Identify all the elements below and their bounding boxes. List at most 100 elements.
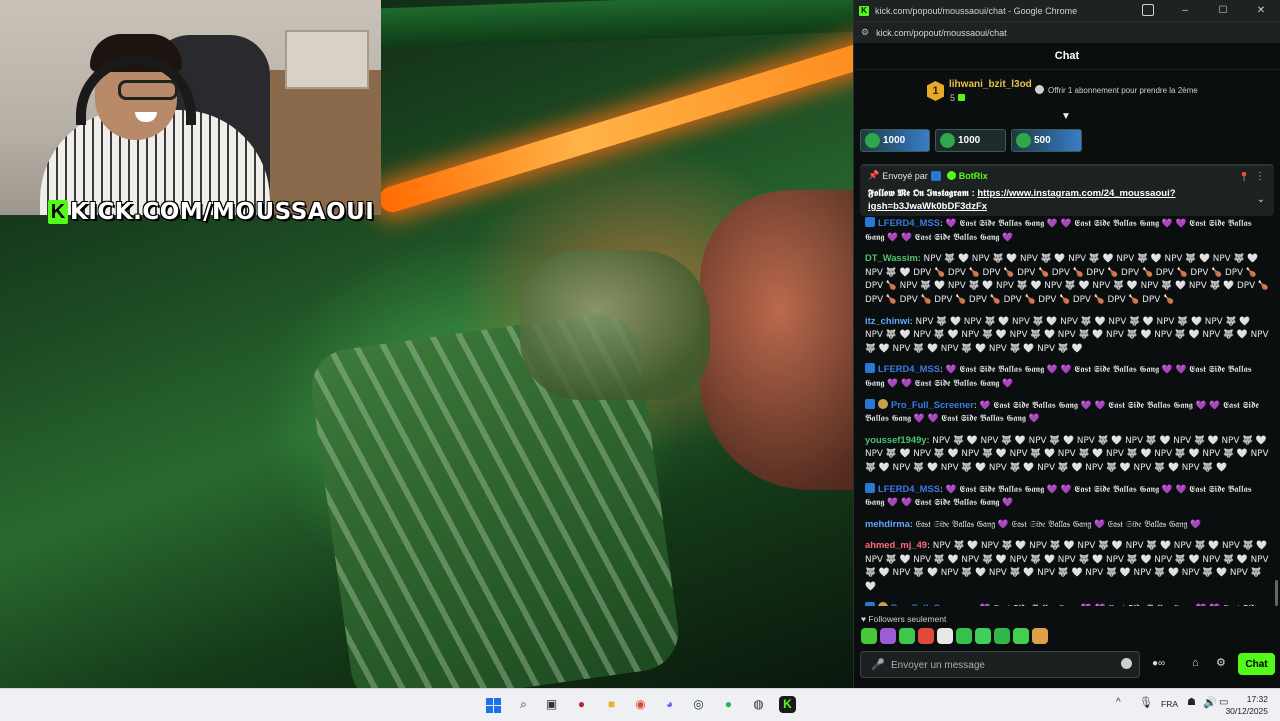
emote-icon[interactable]	[1032, 628, 1048, 644]
clock-time[interactable]: 17:32	[1247, 694, 1268, 704]
minimize-button[interactable]: –	[1166, 0, 1204, 21]
maximize-button[interactable]: ☐	[1204, 0, 1242, 21]
steam-icon[interactable]: ◎	[690, 696, 707, 713]
clock-date[interactable]: 30/12/2025	[1225, 706, 1268, 716]
chat-message: ahmed_mj_49: NPV 🐺 🤍 NPV 🐺 🤍 NPV 🐺 🤍 NPV…	[865, 538, 1269, 594]
gear-icon[interactable]: ⚙	[1216, 656, 1226, 669]
chat-message: Pro_Full_Screener: 💜 𝕰𝖆𝖘𝖙 𝕾𝖎𝖉𝖊 𝕭𝖆𝖑𝖑𝖆𝖘 𝕲𝖆…	[865, 601, 1269, 606]
kick-pill[interactable]: 1000	[860, 129, 930, 152]
emote-icon[interactable]	[937, 628, 953, 644]
keyboard-language[interactable]: FRA	[1161, 699, 1178, 709]
start-tile	[486, 705, 493, 713]
url-text[interactable]: kick.com/popout/moussaoui/chat	[876, 28, 1007, 38]
start-tile	[494, 697, 501, 705]
sub-count-value: 5	[950, 93, 956, 103]
window-titlebar[interactable]: K kick.com/popout/moussaoui/chat - Googl…	[854, 0, 1280, 21]
gift-sub-icon	[1035, 85, 1044, 94]
chat-username[interactable]: Pro_Full_Screener	[891, 602, 974, 606]
chat-username[interactable]: LFERD4_MSS	[878, 217, 940, 228]
chat-messages[interactable]: LFERD4_MSS: 💜 𝕰𝖆𝖘𝖙 𝕾𝖎𝖉𝖊 𝕭𝖆𝖑𝖑𝖆𝖘 𝕲𝖆𝖓𝖌 💜 💜 …	[865, 216, 1269, 606]
video-performer-face	[700, 190, 853, 490]
extensions-icon[interactable]	[1142, 4, 1154, 16]
chat-username[interactable]: youssef1949y	[865, 434, 927, 445]
chat-message: DT_Wassim: NPV 🐺 🤍 NPV 🐺 🤍 NPV 🐺 🤍 NPV 🐺…	[865, 251, 1269, 307]
emote-icon[interactable]	[1013, 628, 1029, 644]
volume-icon[interactable]: 🔊	[1203, 696, 1217, 709]
address-bar[interactable]: ⚙ kick.com/popout/moussaoui/chat	[854, 21, 1280, 43]
og-badge-icon	[878, 398, 888, 409]
window-controls: – ☐ ✕	[1166, 0, 1280, 21]
message-input[interactable]	[889, 654, 1123, 677]
watermark-text: KICK.COM/MOUSSAOUI	[70, 199, 375, 225]
chat-message-text: : 𝔈𝔞𝔰𝔱 𝔖𝔦𝔡𝔢 𝔅𝔞𝔩𝔩𝔞𝔰 𝔊𝔞𝔫𝔤 💜 𝔈𝔞𝔰𝔱 𝔖𝔦𝔡𝔢 𝔅𝔞𝔩𝔩…	[909, 519, 1202, 530]
emote-icon[interactable]	[880, 628, 896, 644]
kick-pill[interactable]: 500	[1011, 129, 1082, 152]
site-info-icon[interactable]: ⚙	[861, 27, 869, 38]
emote-icon[interactable]	[975, 628, 991, 644]
collapse-filter-icon[interactable]: ▼	[1061, 111, 1071, 122]
kick-pill[interactable]: 1000	[935, 129, 1006, 152]
followers-only-notice: ♥ Followers seulement	[861, 614, 947, 624]
chat-scrollbar[interactable]	[1275, 580, 1278, 606]
chrome-icon[interactable]: ◉	[632, 696, 649, 713]
obs-icon[interactable]: ◍	[750, 696, 767, 713]
chat-input-row: 🎤 ●∞ ⌂ ⚙ Chat	[860, 651, 1275, 678]
app-red-icon[interactable]: ●	[573, 696, 590, 713]
chat-message-text: : NPV 🐺 🤍 NPV 🐺 🤍 NPV 🐺 🤍 NPV 🐺 🤍 NPV 🐺 …	[865, 316, 1269, 354]
message-box[interactable]: 🎤	[860, 651, 1140, 678]
chat-username[interactable]: DT_Wassim	[865, 252, 918, 263]
send-chat-button[interactable]: Chat	[1238, 653, 1275, 675]
og-badge-icon	[878, 601, 888, 606]
emote-icon[interactable]	[994, 628, 1010, 644]
unpin-icon[interactable]: 📍	[1239, 172, 1250, 183]
chat-username[interactable]: Pro_Full_Screener	[891, 399, 974, 410]
emote-icon[interactable]	[861, 628, 877, 644]
video-performer-fist	[520, 250, 710, 400]
windows-start-icon[interactable]	[485, 696, 502, 714]
kicks-leaderboard: 1000 1000 500	[860, 129, 1082, 152]
start-tile	[486, 697, 493, 705]
verified-icon	[946, 171, 956, 180]
avatar	[1016, 133, 1031, 148]
gift-sub-link[interactable]: Offrir 1 abonnement pour prendre la 2ème	[1035, 85, 1198, 95]
sub-gifter-username[interactable]: lihwani_bzit_l3od	[949, 79, 1032, 90]
store-icon[interactable]: ⌂	[1192, 657, 1199, 669]
microphone-icon[interactable]: 🎤	[871, 658, 885, 671]
avatar	[940, 133, 955, 148]
chat-username[interactable]: LFERD4_MSS	[878, 483, 940, 494]
gift-icon	[957, 94, 965, 101]
moderator-badge-icon	[865, 482, 875, 493]
kick-amount: 1000	[883, 135, 906, 146]
kick-amount: 1000	[958, 135, 981, 146]
file-explorer-icon[interactable]: ■	[603, 696, 620, 713]
search-icon[interactable]: ⌕	[515, 696, 532, 713]
chat-username[interactable]: itz_chinwi	[865, 315, 910, 326]
pinned-bot-name[interactable]: BotRix	[959, 171, 988, 181]
microphone-icon[interactable]: 🎙	[1139, 696, 1153, 709]
close-button[interactable]: ✕	[1242, 0, 1280, 21]
task-view-icon[interactable]: ▣	[543, 696, 560, 713]
emote-icon[interactable]	[918, 628, 934, 644]
moderator-badge-icon	[865, 363, 875, 374]
network-icon[interactable]: ☗	[1187, 697, 1196, 708]
chat-message: LFERD4_MSS: 💜 𝕰𝖆𝖘𝖙 𝕾𝖎𝖉𝖊 𝕭𝖆𝖑𝖑𝖆𝖘 𝕲𝖆𝖓𝖌 💜 💜 …	[865, 362, 1269, 391]
kicks-icon[interactable]: ●∞	[1152, 658, 1165, 669]
discord-icon[interactable]: ◕	[661, 696, 678, 713]
tray-overflow-icon[interactable]: ^	[1116, 697, 1121, 708]
chat-username[interactable]: mehdirma	[865, 518, 910, 529]
chat-username[interactable]: ahmed_mj_49	[865, 539, 927, 550]
chat-message: itz_chinwi: NPV 🐺 🤍 NPV 🐺 🤍 NPV 🐺 🤍 NPV …	[865, 314, 1269, 357]
pinned-sent-by: Envoyé par	[882, 170, 928, 181]
stream-watermark: K KICK.COM/MOUSSAOUI	[48, 197, 374, 227]
chat-username[interactable]: LFERD4_MSS	[878, 363, 940, 374]
emote-icon[interactable]	[956, 628, 972, 644]
chevron-down-icon[interactable]: ⌄	[1257, 194, 1265, 205]
more-options-icon[interactable]: ⋮	[1255, 171, 1265, 182]
emoji-icon[interactable]	[1121, 658, 1132, 669]
bot-badge-icon	[930, 170, 941, 181]
emote-icon[interactable]	[899, 628, 915, 644]
chat-message: LFERD4_MSS: 💜 𝕰𝖆𝖘𝖙 𝕾𝖎𝖉𝖊 𝕭𝖆𝖑𝖑𝖆𝖘 𝕲𝖆𝖓𝖌 💜 💜 …	[865, 482, 1269, 511]
kick-app-icon[interactable]: K	[779, 696, 796, 713]
glasses-icon	[118, 80, 178, 100]
spotify-icon[interactable]: ●	[720, 696, 737, 713]
